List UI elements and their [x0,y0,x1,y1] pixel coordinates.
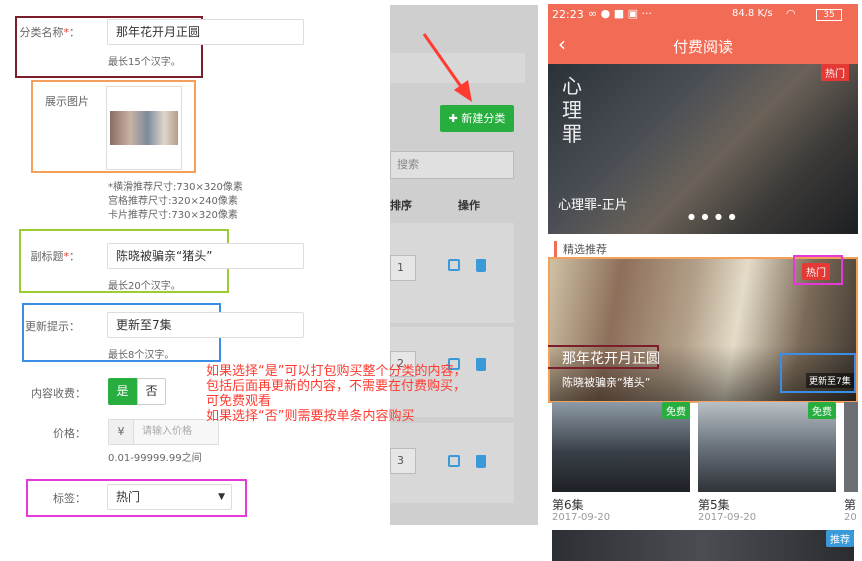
category-name-input[interactable]: 那年花开月正圆 [107,19,304,45]
caret-down-icon: ▼ [218,492,225,502]
featured-subtitle: 陈晓被骗亲“猪头” [562,376,651,389]
display-image-label: 展示图片 [45,95,89,108]
status-time: 22:23 [552,8,584,21]
episode-title: 第6集 [552,498,584,512]
search-input[interactable]: 搜索 [390,151,514,179]
trash-icon[interactable] [476,259,486,272]
banner-poster-title: 心理罪 [562,74,582,146]
episode-title: 第 [844,498,857,512]
column-header-sort: 排序 [390,199,412,212]
price-label: 价格： [53,427,86,440]
wifi-icon: ◠ [786,7,796,20]
phone-preview: 22:23 ∞ ● ■ ▣ ··· 84.8 K/s ◠ 35 ‹ 付费阅读 心… [548,4,858,561]
free-badge: 免费 [662,402,690,419]
annotation-line: 如果选择“是”可以打包购买整个分类的内容， [206,364,467,379]
nav-bar: ‹ 付费阅读 [548,26,858,64]
update-tip-hint: 最长8个汉字。 [108,350,175,361]
annotation-arrow [422,33,472,102]
content-fee-yes-button[interactable]: 是 [108,378,137,405]
battery-icon: 35 [816,9,842,21]
section-title: 精选推荐 [554,241,607,257]
subtitle-label: 副标题*： [30,250,81,263]
episode-card[interactable] [844,402,858,492]
featured-update-badge: 更新至7集 [806,373,854,388]
network-speed: 84.8 K/s [732,8,773,19]
new-category-button[interactable]: ✚ 新建分类 [440,105,514,132]
content-fee-no-button[interactable]: 否 [137,378,166,405]
category-form: 分类名称*： 那年花开月正圆 最长15个汉字。 展示图片 *横滑推荐尺寸:730… [0,0,390,525]
featured-title: 那年花开月正圆 [562,351,660,367]
category-name-label: 分类名称*： [19,26,81,39]
page-title: 付费阅读 [672,38,733,56]
trash-icon[interactable] [476,455,486,468]
recommend-badge: 推荐 [826,530,854,547]
episode-date: 2017-09-20 [698,512,757,523]
tag-label: 标签： [53,492,86,505]
trash-icon[interactable] [476,358,486,371]
subtitle-hint: 最长20个汉字。 [108,281,181,292]
featured-card[interactable]: 热门 那年花开月正圆 陈晓被骗亲“猪头” 更新至7集 [548,255,858,403]
annotation-text: 如果选择“是”可以打包购买整个分类的内容， 包括后面再更新的内容，不需要在付费购… [206,364,466,424]
image-size-hint-grid: 宫格推荐尺寸:320×240像素 [108,196,238,207]
price-currency-addon: ¥ [108,419,134,445]
sort-input[interactable]: 3 [390,448,416,474]
episode-title: 第5集 [698,498,730,512]
carousel-dots[interactable]: ● ● ● ● [688,212,738,221]
free-badge: 免费 [808,402,836,419]
episode-date: 20 [844,512,857,523]
update-tip-label: 更新提示： [25,320,80,333]
sort-input[interactable]: 1 [390,255,416,281]
notification-icons: ∞ ● ■ ▣ ··· [588,7,653,20]
display-image-upload[interactable] [106,86,182,170]
annotation-box-hot [793,255,843,285]
annotation-line: 包括后面再更新的内容，不需要在付费购买， [206,379,467,394]
image-size-hint-card: 卡片推荐尺寸:730×320像素 [108,210,238,221]
subtitle-input[interactable]: 陈晓被骗亲“猪头” [107,243,304,269]
display-image-thumbnail [110,111,178,145]
plus-icon: ✚ [448,112,458,125]
status-bar: 22:23 ∞ ● ■ ▣ ··· 84.8 K/s ◠ 35 [548,4,858,26]
episode-card[interactable]: 免费 [698,402,836,492]
price-range-hint: 0.01-99999.99之间 [108,453,202,464]
banner-hot-badge: 热门 [821,64,849,81]
annotation-line: 可免费观看 [206,394,272,409]
tag-select[interactable]: 热门 ▼ [107,484,232,510]
update-tip-input[interactable]: 更新至7集 [107,312,304,338]
annotation-line: 如果选择“否”则需要按单条内容购买 [206,409,415,424]
column-header-ops: 操作 [458,199,480,212]
edit-icon[interactable] [448,259,460,271]
category-name-hint: 最长15个汉字。 [108,57,181,68]
episode-card[interactable]: 免费 [552,402,690,492]
edit-icon[interactable] [448,455,460,467]
recommend-card[interactable]: 推荐 [552,530,854,561]
content-fee-label: 内容收费： [31,387,86,400]
banner-caption: 心理罪-正片 [558,198,628,213]
image-size-hint-slide: *横滑推荐尺寸:730×320像素 [108,182,243,193]
episode-date: 2017-09-20 [552,512,611,523]
banner-image[interactable]: 心理罪 热门 心理罪-正片 ● ● ● ● [548,64,858,234]
